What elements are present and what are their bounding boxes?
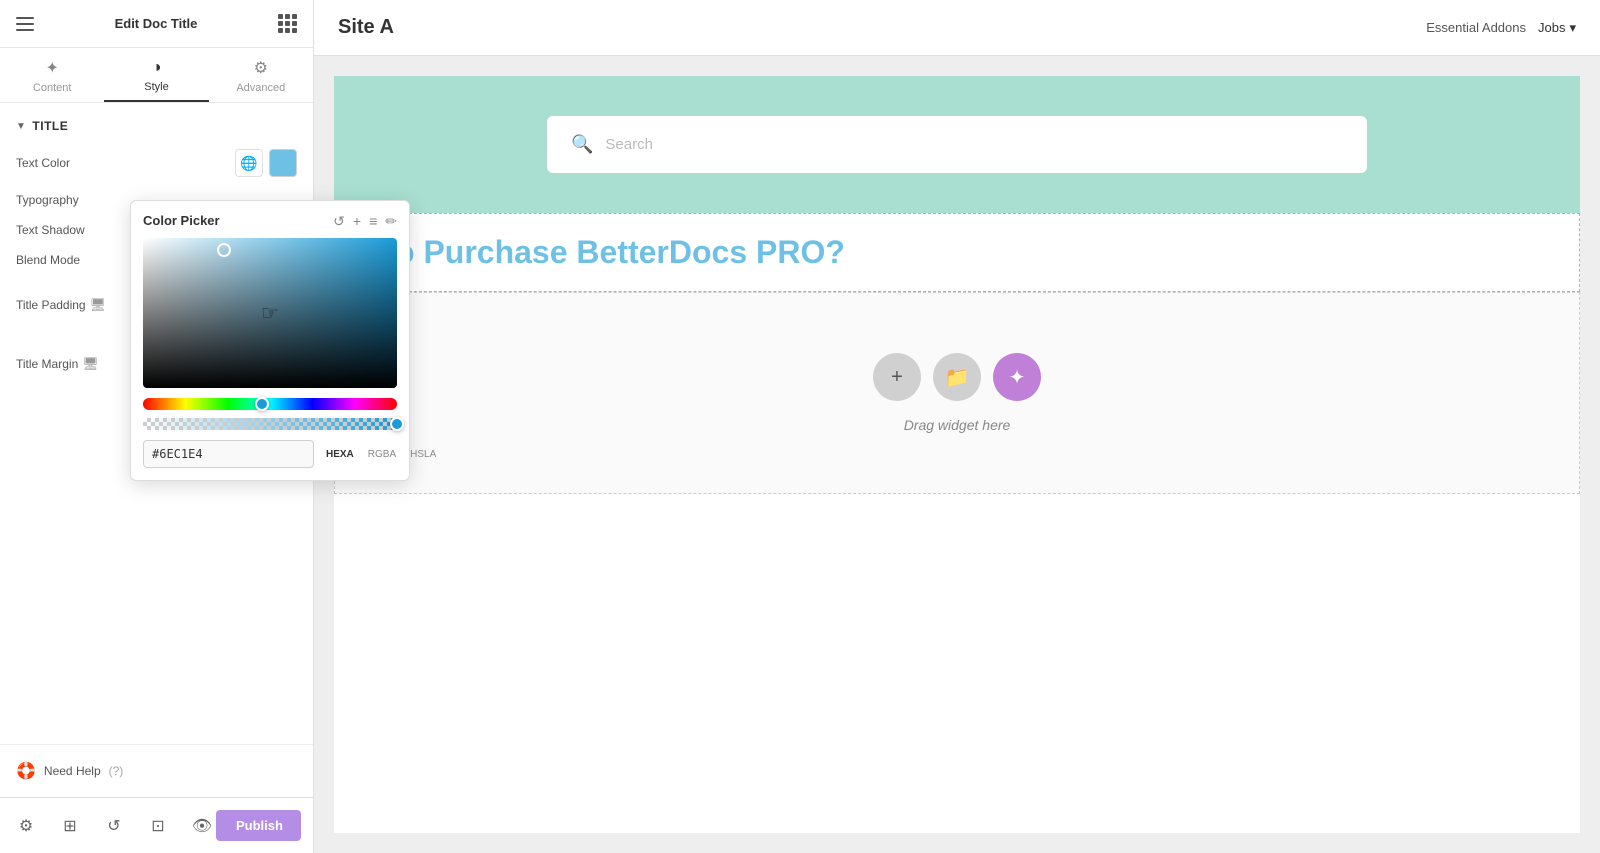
- tab-advanced[interactable]: ⚙ Advanced: [209, 48, 313, 102]
- history-button[interactable]: ↺: [100, 812, 128, 840]
- style-tab-icon: ◑: [152, 59, 162, 77]
- site-title: Site A: [338, 16, 394, 39]
- drop-label: Drag widget here: [904, 417, 1011, 433]
- cp-alpha-bar[interactable]: [143, 418, 397, 430]
- preview-button[interactable]: 👁: [188, 812, 216, 840]
- sidebar-bottom: ⚙ ⊞ ↺ ⊡ 👁 Publish ▲: [0, 797, 313, 853]
- margin-monitor-icon: 🖥: [82, 356, 99, 372]
- help-question-icon: (?): [109, 764, 124, 778]
- cp-alpha-thumb: [390, 417, 404, 431]
- cp-header: Color Picker ↺ + ≡ ✏: [143, 213, 397, 228]
- need-help-icon: 🛟: [16, 761, 36, 781]
- bottom-space: [334, 494, 1580, 594]
- title-section-label: Title: [32, 119, 68, 133]
- advanced-tab-icon: ⚙: [254, 58, 268, 78]
- tab-style-label: Style: [144, 81, 168, 93]
- cp-actions: ↺ + ≡ ✏: [333, 214, 397, 228]
- page-content: 🔍 Search o Purchase BetterDocs PRO? + 📁 …: [334, 76, 1580, 833]
- hamburger-icon[interactable]: [16, 17, 34, 31]
- jobs-label: Jobs: [1538, 20, 1565, 35]
- hero-section: 🔍 Search: [334, 76, 1580, 213]
- tab-advanced-label: Advanced: [236, 82, 285, 94]
- settings-button[interactable]: ⚙: [12, 812, 40, 840]
- magic-button[interactable]: ✦: [993, 353, 1041, 401]
- global-color-icon[interactable]: 🌐: [235, 149, 263, 177]
- text-color-label: Text Color: [16, 156, 70, 170]
- text-shadow-label: Text Shadow: [16, 223, 85, 237]
- tab-style[interactable]: ◑ Style: [104, 48, 208, 102]
- margin-label: Title Margin: [16, 357, 78, 371]
- tab-content-label: Content: [33, 82, 72, 94]
- cp-add-icon[interactable]: +: [353, 214, 361, 228]
- color-swatch[interactable]: [269, 149, 297, 177]
- typography-label: Typography: [16, 193, 79, 207]
- sidebar-tabs: ✦ Content ◑ Style ⚙ Advanced: [0, 48, 313, 103]
- publish-button[interactable]: Publish: [216, 810, 301, 841]
- sidebar-header: Edit Doc Title: [0, 0, 313, 48]
- cp-swatches-icon[interactable]: ≡: [369, 214, 377, 228]
- search-placeholder[interactable]: Search: [605, 136, 653, 153]
- tab-content[interactable]: ✦ Content: [0, 48, 104, 102]
- cp-gradient-inner: [143, 238, 397, 388]
- top-bar-right: Essential Addons Jobs ▾: [1426, 20, 1576, 36]
- jobs-dropdown[interactable]: Jobs ▾: [1538, 20, 1576, 36]
- text-color-controls: 🌐: [235, 149, 297, 177]
- bottom-actions: ⚙ ⊞ ↺ ⊡ 👁: [12, 812, 216, 840]
- title-arrow-icon: ▼: [16, 121, 26, 132]
- search-icon: 🔍: [571, 134, 593, 155]
- heading-section: o Purchase BetterDocs PRO?: [334, 213, 1580, 292]
- search-box: 🔍 Search: [547, 116, 1367, 173]
- text-color-field: Text Color 🌐: [16, 149, 297, 177]
- top-bar: Site A Essential Addons Jobs ▾: [314, 0, 1600, 56]
- sidebar-title: Edit Doc Title: [115, 16, 198, 31]
- content-tab-icon: ✦: [45, 58, 58, 78]
- drop-buttons: + 📁 ✦: [873, 353, 1041, 401]
- sidebar: Edit Doc Title ✦ Content ◑ Style ⚙ Advan…: [0, 0, 314, 853]
- main-area: Site A Essential Addons Jobs ▾ 🔍 Search …: [314, 0, 1600, 853]
- blend-mode-label: Blend Mode: [16, 253, 80, 267]
- layers-button[interactable]: ⊞: [56, 812, 84, 840]
- need-help-label: Need Help: [44, 764, 101, 778]
- cp-format-rgba[interactable]: RGBA: [364, 447, 400, 462]
- need-help[interactable]: 🛟 Need Help (?): [0, 744, 313, 797]
- cp-title: Color Picker: [143, 213, 220, 228]
- title-section-header[interactable]: ▼ Title: [16, 119, 297, 133]
- cp-format-btns: HEXA RGBA HSLA: [322, 447, 440, 462]
- color-picker-popup: Color Picker ↺ + ≡ ✏ ☞ HEXA RGBA HSLA: [130, 200, 410, 481]
- cp-reset-icon[interactable]: ↺: [333, 214, 345, 228]
- grid-icon[interactable]: [278, 14, 297, 33]
- responsive-button[interactable]: ⊡: [144, 812, 172, 840]
- cp-gradient-area[interactable]: ☞: [143, 238, 397, 388]
- padding-monitor-icon: 🖥: [90, 297, 107, 313]
- padding-label-row: Title Padding 🖥: [16, 297, 106, 313]
- heading-text: o Purchase BetterDocs PRO?: [395, 234, 845, 270]
- cp-format-hsla[interactable]: HSLA: [406, 447, 440, 462]
- cp-hue-thumb: [255, 397, 269, 411]
- folder-button[interactable]: 📁: [933, 353, 981, 401]
- add-widget-button[interactable]: +: [873, 353, 921, 401]
- cp-hue-bar[interactable]: [143, 398, 397, 410]
- cp-hex-input[interactable]: [143, 440, 314, 468]
- canvas-area: 🔍 Search o Purchase BetterDocs PRO? + 📁 …: [314, 56, 1600, 853]
- padding-label: Title Padding: [16, 298, 86, 312]
- cp-eyedropper-icon[interactable]: ✏: [385, 214, 397, 228]
- publish-button-wrapper: Publish ▲: [216, 810, 301, 841]
- jobs-chevron-icon: ▾: [1569, 20, 1576, 36]
- essential-addons-link[interactable]: Essential Addons: [1426, 20, 1526, 35]
- cp-format-hexa[interactable]: HEXA: [322, 447, 358, 462]
- cp-hex-row: HEXA RGBA HSLA: [143, 440, 397, 468]
- drop-zone: + 📁 ✦ Drag widget here: [334, 292, 1580, 494]
- margin-label-row: Title Margin 🖥: [16, 356, 99, 372]
